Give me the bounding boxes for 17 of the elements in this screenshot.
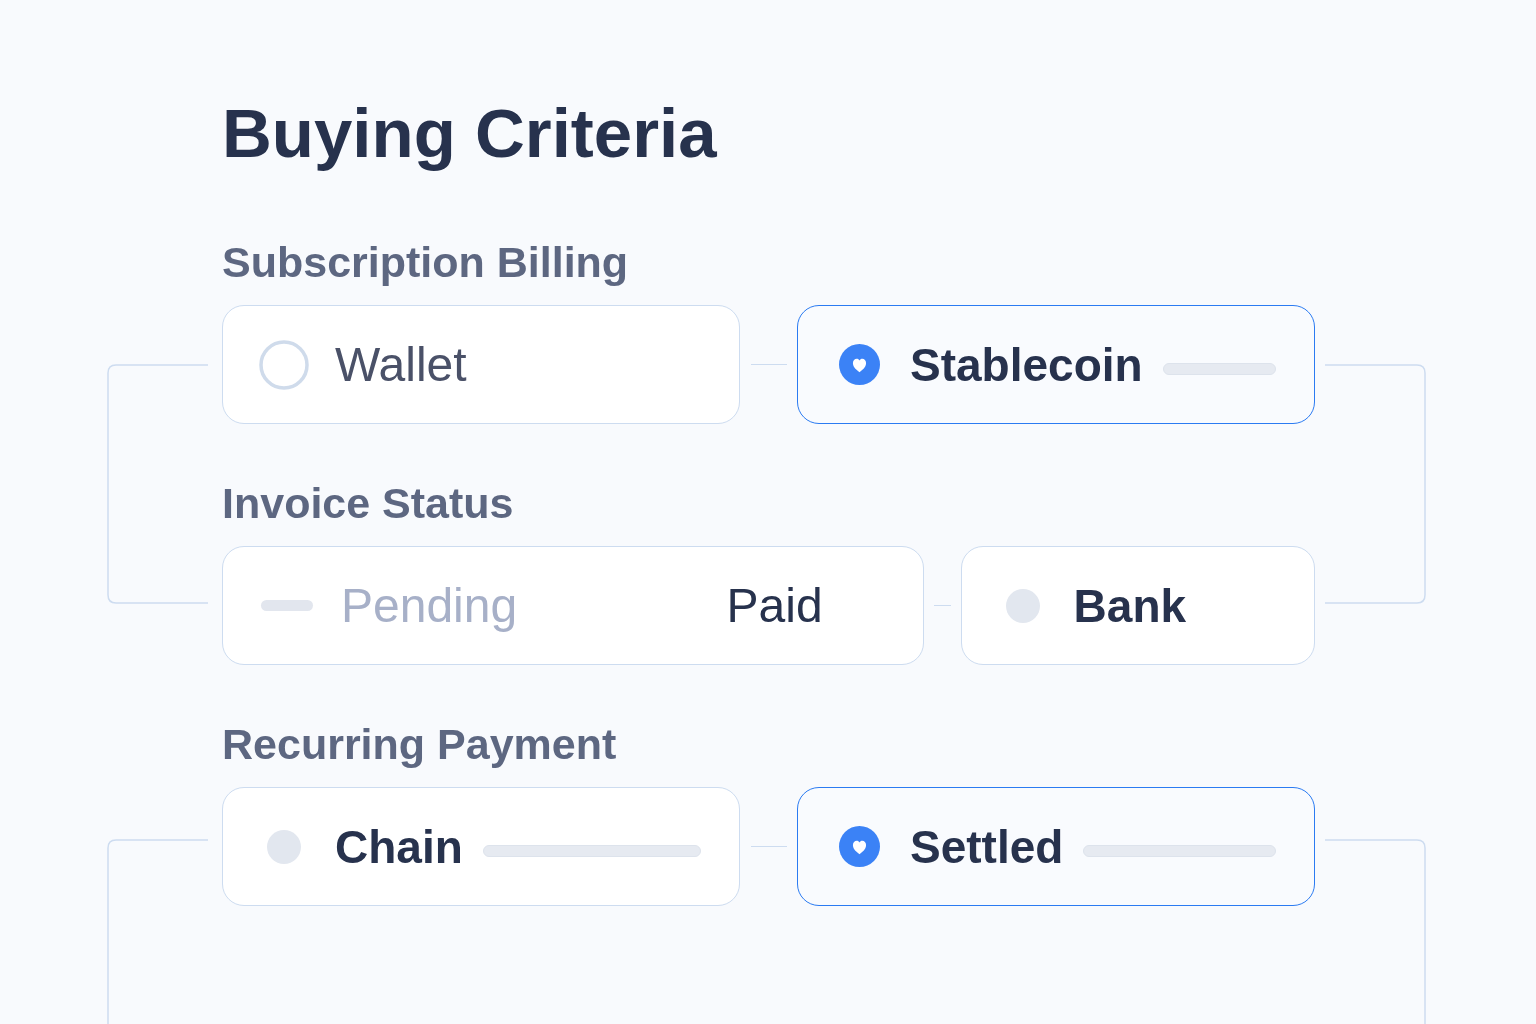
connector-line [751,845,787,848]
connector-line [751,363,787,366]
dash-icon [261,600,313,611]
option-card[interactable]: Settled [797,787,1315,906]
option-card[interactable]: Stablecoin [797,305,1315,424]
segment-option[interactable]: Paid [726,577,823,634]
page-title: Buying Criteria [222,94,717,174]
radio-icon [259,339,309,390]
section-label: Recurring Payment [222,719,617,769]
dot-icon [267,829,301,864]
section-label: Invoice Status [222,478,514,528]
option-card[interactable]: Chain [222,787,740,906]
option-card[interactable]: Wallet [222,305,740,424]
connector-line [933,604,951,607]
dot-icon [1005,588,1040,623]
option-card[interactable]: Bank [960,546,1315,665]
section-label: Subscription Billing [222,237,629,287]
